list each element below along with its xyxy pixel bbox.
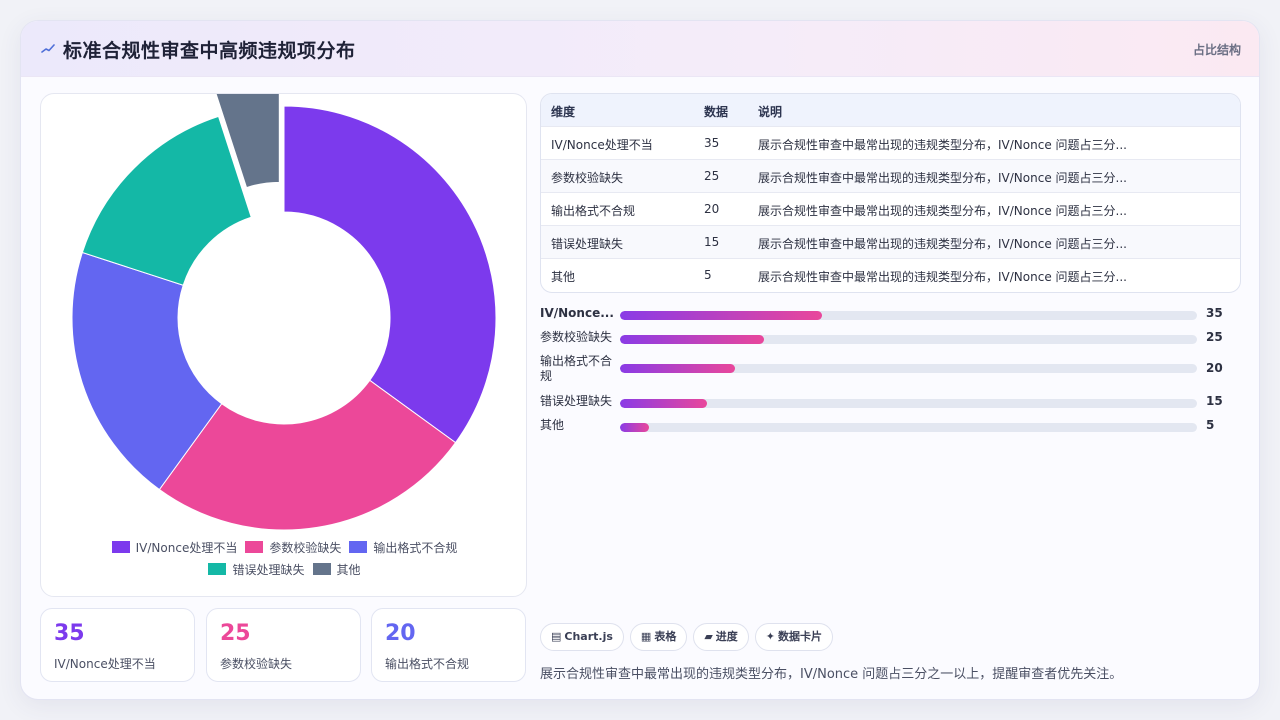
progress-fill [620, 364, 736, 373]
donut-chart [71, 94, 497, 531]
table-cell: 其他 [551, 270, 576, 284]
table-cell: 错误处理缺失 [551, 237, 624, 251]
column-header: 说明 [758, 105, 783, 119]
column-header: 数据 [704, 105, 729, 119]
progress-label: 错误处理缺失 [540, 394, 613, 408]
column-header: 维度 [551, 105, 576, 119]
progress-track [620, 399, 1197, 408]
header-tag: 占比结构 [1192, 43, 1241, 57]
progress-value: 35 [1206, 306, 1223, 320]
footnote: 展示合规性审查中最常出现的违规类型分布，IV/Nonce 问题占三分之一以上，提… [540, 667, 1123, 682]
legend-swatch [312, 563, 331, 575]
legend-label: IV/Nonce处理不当 [135, 541, 238, 555]
legend-item[interactable]: 其他 [312, 559, 361, 581]
table-cell: 参数校验缺失 [551, 171, 624, 185]
table-row: 输出格式不合规 20 展示合规性审查中最常出现的违规类型分布，IV/Nonce … [541, 193, 1240, 226]
progress-track [620, 423, 1197, 432]
chip-label: 进度 [715, 630, 738, 643]
table-header-row: 维度 数据 说明 [541, 94, 1240, 127]
table-cell: 展示合规性审查中最常出现的违规类型分布，IV/Nonce 问题占三分... [758, 270, 1127, 284]
progress-label: 其他 [540, 418, 565, 432]
table-cell: 展示合规性审查中最常出现的违规类型分布，IV/Nonce 问题占三分... [758, 138, 1127, 152]
table-cell: 35 [704, 136, 720, 150]
card-header: 标准合规性审查中高频违规项分布 占比结构 [21, 21, 1259, 77]
chip-label: Chart.js [564, 630, 613, 643]
kpi-card: 20 输出格式不合规 [371, 608, 526, 682]
chip-progress[interactable]: ▰ 进度 [693, 623, 749, 651]
progress-value: 5 [1206, 418, 1215, 432]
table-cell: 展示合规性审查中最常出现的违规类型分布，IV/Nonce 问题占三分... [758, 237, 1127, 251]
progress-fill [620, 335, 765, 344]
trend-line-icon [41, 44, 55, 53]
chart-icon: ▤ [551, 630, 562, 643]
kpi-label: IV/Nonce处理不当 [54, 657, 156, 671]
legend-swatch [245, 541, 264, 553]
progress-track [620, 311, 1197, 320]
page-title: 标准合规性审查中高频违规项分布 [63, 40, 356, 62]
progress-fill [620, 423, 649, 432]
legend-label: 错误处理缺失 [232, 563, 305, 577]
donut-slice[interactable] [81, 115, 252, 286]
table-row: 其他 5 展示合规性审查中最常出现的违规类型分布，IV/Nonce 问题占三分.… [541, 259, 1240, 292]
legend-item[interactable]: 错误处理缺失 [208, 559, 305, 581]
legend-item[interactable]: 参数校验缺失 [245, 537, 341, 559]
table-cell: 15 [704, 235, 720, 249]
dashboard-card: 标准合规性审查中高频违规项分布 占比结构 IV/Nonce处理不当 参数校验缺失输… [20, 20, 1260, 700]
table-cell: 输出格式不合规 [551, 204, 636, 218]
progress-track [620, 364, 1197, 373]
donut-slice[interactable] [283, 105, 497, 444]
table-cell: 展示合规性审查中最常出现的违规类型分布，IV/Nonce 问题占三分... [758, 204, 1127, 218]
legend-swatch [111, 541, 130, 553]
chip-chartjs[interactable]: ▤ Chart.js [540, 623, 624, 651]
legend-label: 输出格式不合规 [373, 541, 458, 555]
progress-value: 25 [1206, 330, 1223, 344]
kpi-value: 25 [220, 621, 251, 646]
chip-table[interactable]: ▦ 表格 [629, 623, 688, 651]
table-cell: 展示合规性审查中最常出现的违规类型分布，IV/Nonce 问题占三分... [758, 171, 1127, 185]
legend-item[interactable]: IV/Nonce处理不当 [111, 537, 238, 559]
progress-label: 输出格式不合规 [540, 354, 613, 383]
table-row: 错误处理缺失 15 展示合规性审查中最常出现的违规类型分布，IV/Nonce 问… [541, 226, 1240, 259]
table-cell: IV/Nonce处理不当 [551, 138, 653, 152]
kpi-value: 35 [54, 621, 85, 646]
progress-track [620, 335, 1197, 344]
chip-label: 表格 [654, 630, 677, 643]
progress-label: 参数校验缺失 [540, 330, 613, 344]
progress-bars: IV/Nonce... 35 参数校验缺失 25 输出格式不合规 20 错误处理… [540, 301, 1241, 441]
progress-label: IV/Nonce... [540, 306, 614, 320]
data-table: 维度 数据 说明 IV/Nonce处理不当 35 展示合规性审查中最常出现的违规… [540, 93, 1241, 293]
progress-fill [620, 311, 822, 320]
legend-item[interactable]: 输出格式不合规 [349, 537, 457, 559]
chip-label: 数据卡片 [778, 630, 823, 643]
kpi-card: 25 参数校验缺失 [206, 608, 361, 682]
legend-label: 参数校验缺失 [269, 541, 342, 555]
progress-value: 15 [1206, 394, 1223, 408]
progress-fill [620, 399, 707, 408]
chip-data-cards[interactable]: ✦ 数据卡片 [754, 623, 834, 651]
table-row: IV/Nonce处理不当 35 展示合规性审查中最常出现的违规类型分布，IV/N… [541, 127, 1240, 160]
kpi-label: 参数校验缺失 [220, 657, 293, 671]
table-row: 参数校验缺失 25 展示合规性审查中最常出现的违规类型分布，IV/Nonce 问… [541, 160, 1240, 193]
legend-swatch [349, 541, 368, 553]
progress-icon: ▰ [704, 630, 713, 643]
table-cell: 5 [704, 268, 712, 282]
sparkle-icon: ✦ [765, 630, 776, 643]
feature-chips: ▤ Chart.js ▦ 表格 ▰ 进度 ✦ 数据卡片 [540, 623, 839, 651]
kpi-value: 20 [385, 621, 416, 646]
table-cell: 20 [704, 202, 720, 216]
kpi-label: 输出格式不合规 [385, 657, 470, 671]
legend-label: 其他 [336, 563, 361, 577]
progress-value: 20 [1206, 361, 1223, 375]
table-icon: ▦ [640, 630, 652, 643]
kpi-card: 35 IV/Nonce处理不当 [40, 608, 195, 682]
donut-chart-panel: IV/Nonce处理不当 参数校验缺失 输出格式不合规错误处理缺失 其他 [40, 93, 527, 597]
chart-legend: IV/Nonce处理不当 参数校验缺失 输出格式不合规错误处理缺失 其他 [61, 537, 508, 581]
legend-swatch [208, 563, 227, 575]
table-cell: 25 [704, 169, 720, 183]
